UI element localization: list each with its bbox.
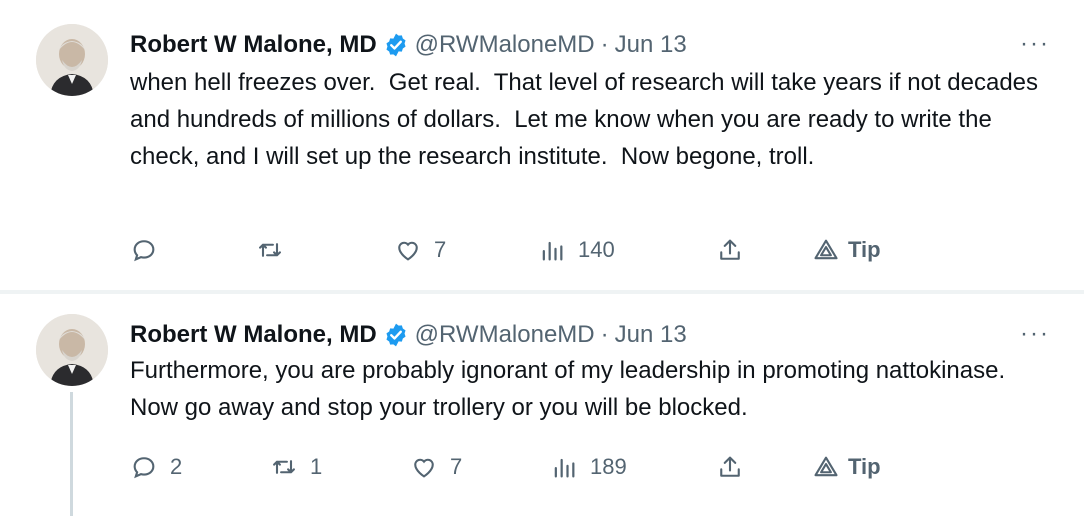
tip-label: Tip [848, 237, 881, 262]
share-button[interactable] [716, 233, 744, 267]
views-icon [542, 241, 563, 261]
tip-button[interactable]: Tip [812, 233, 881, 267]
verified-badge-icon [386, 323, 406, 347]
tip-label: Tip [848, 454, 881, 479]
like-count: 7 [450, 454, 463, 479]
tweet-text: when hell freezes over. Get real. That l… [130, 69, 1045, 170]
view-count: 189 [590, 454, 627, 479]
reply-button[interactable] [130, 233, 170, 267]
reply-button[interactable]: 2 [130, 450, 182, 484]
tip-button[interactable]: Tip [812, 450, 881, 484]
share-button[interactable] [716, 450, 744, 484]
views-button[interactable]: 189 [550, 450, 627, 484]
reply-icon [133, 457, 155, 479]
like-button[interactable]: 7 [394, 233, 446, 267]
like-button[interactable]: 7 [410, 450, 462, 484]
avatar[interactable] [36, 24, 108, 96]
author-name[interactable]: Robert W Malone, MD [130, 31, 377, 59]
author-handle[interactable]: @RWMaloneMD [415, 321, 595, 349]
tweet[interactable]: Robert W Malone, MD @RWMaloneMD · Jun 13… [0, 0, 1084, 290]
like-count: 7 [434, 237, 447, 262]
tweet-header: Robert W Malone, MD @RWMaloneMD · Jun 13 [130, 318, 687, 352]
tweet-text: Furthermore, you are probably ignorant o… [130, 357, 1019, 421]
tweet[interactable]: Robert W Malone, MD @RWMaloneMD · Jun 13… [0, 290, 1084, 516]
reply-count: 2 [170, 454, 183, 479]
share-icon [720, 456, 740, 477]
more-options-button[interactable]: ··· [1020, 30, 1050, 58]
verified-badge-icon [386, 33, 406, 57]
views-icon [554, 458, 575, 478]
tweet-header: Robert W Malone, MD @RWMaloneMD · Jun 13 [130, 28, 687, 62]
more-options-button[interactable]: ··· [1020, 320, 1050, 348]
author-handle[interactable]: @RWMaloneMD [415, 31, 595, 59]
tweet-date[interactable]: Jun 13 [615, 321, 687, 349]
views-button[interactable]: 140 [538, 233, 615, 267]
tip-icon [814, 239, 838, 260]
retweet-icon [259, 243, 281, 257]
tip-icon [814, 456, 838, 477]
retweet-button[interactable] [256, 233, 296, 267]
separator-dot: · [600, 321, 609, 348]
like-icon [398, 241, 418, 261]
like-icon [414, 458, 434, 478]
share-icon [720, 239, 740, 260]
retweet-button[interactable]: 1 [270, 450, 322, 484]
separator-dot: · [600, 31, 609, 58]
tweet-date[interactable]: Jun 13 [615, 31, 687, 59]
reply-icon [133, 240, 155, 262]
retweet-icon [273, 460, 295, 474]
thread-line [70, 392, 73, 516]
avatar[interactable] [36, 314, 108, 386]
view-count: 140 [578, 237, 615, 262]
retweet-count: 1 [310, 454, 323, 479]
author-name[interactable]: Robert W Malone, MD [130, 321, 377, 349]
